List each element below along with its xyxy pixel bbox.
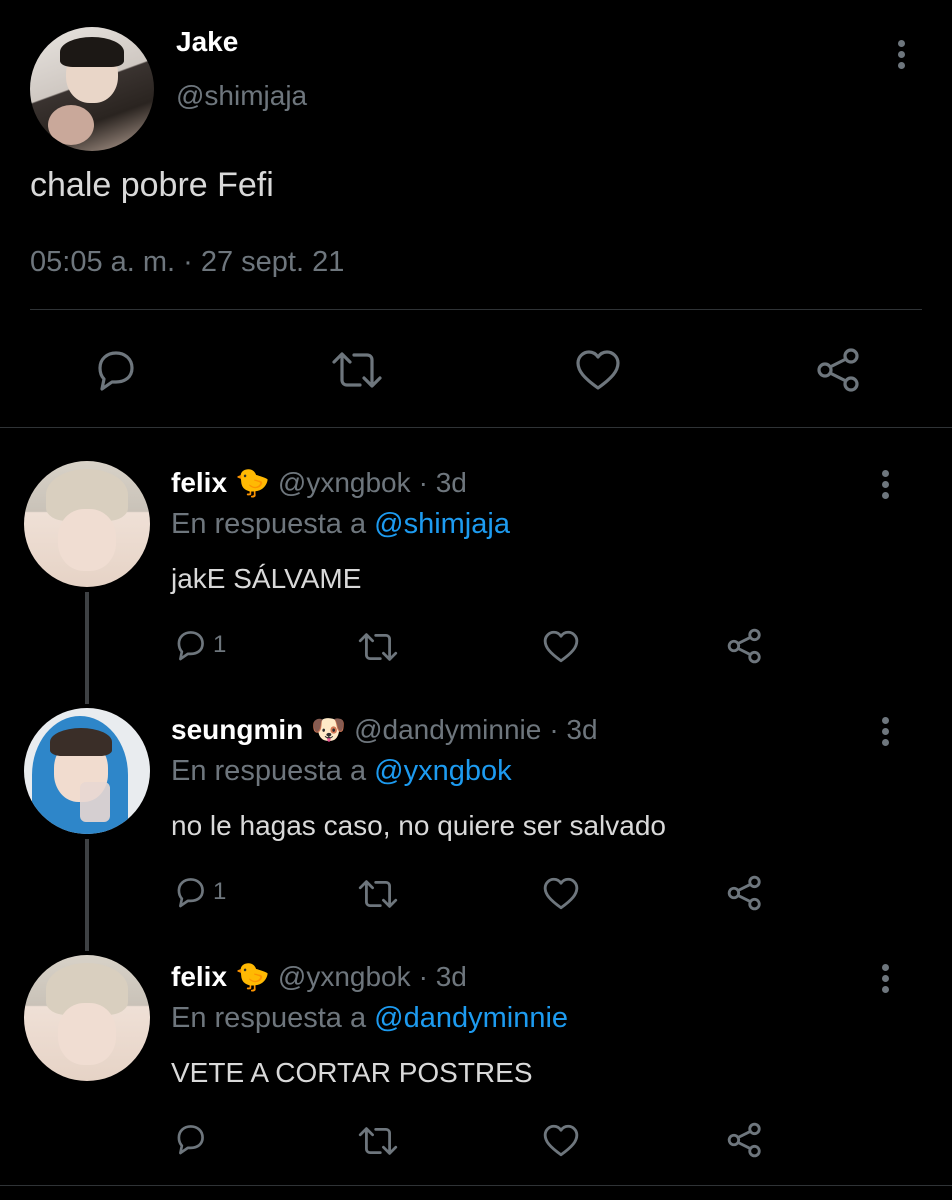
display-name[interactable]: Jake (176, 26, 238, 58)
divider (0, 427, 952, 428)
handle[interactable]: @shimjaja (176, 80, 307, 112)
handle[interactable]: @yxngbok (278, 467, 411, 499)
share-button[interactable] (726, 874, 764, 912)
share-icon (727, 1122, 761, 1158)
avatar[interactable] (24, 708, 150, 834)
reply-context: En respuesta a @dandyminnie (171, 1002, 568, 1035)
reply-button[interactable] (173, 1122, 207, 1156)
reply-header: seungmin 🐶 @dandyminnie · 3d (171, 713, 598, 746)
age[interactable]: · 3d (549, 714, 597, 746)
display-name[interactable]: felix (171, 467, 227, 499)
retweet-button[interactable] (357, 630, 399, 664)
reply-icon (177, 878, 204, 908)
share-button[interactable] (815, 346, 863, 394)
reply-prefix: En respuesta a (171, 755, 367, 787)
tweet-text: jakE SÁLVAME (171, 563, 362, 594)
reply-button[interactable]: 1 (173, 628, 226, 662)
display-name[interactable]: seungmin (171, 714, 303, 746)
mention-link[interactable]: @shimjaja (374, 508, 510, 540)
like-button[interactable] (542, 876, 580, 911)
chick-emoji: 🐤 (235, 960, 270, 993)
reply-prefix: En respuesta a (171, 1002, 367, 1034)
reply-count: 1 (213, 631, 227, 658)
tweet-text: VETE A CORTAR POSTRES (171, 1057, 533, 1088)
like-icon (543, 630, 579, 663)
retweet-icon (358, 633, 398, 661)
retweet-button[interactable] (357, 877, 399, 911)
display-name[interactable]: felix (171, 961, 227, 993)
share-button[interactable] (726, 1121, 764, 1159)
tweet-text: chale pobre Fefi (30, 166, 274, 204)
reply-button[interactable] (92, 348, 138, 392)
reply-context: En respuesta a @yxngbok (171, 755, 512, 788)
thread-line (85, 592, 89, 704)
share-button[interactable] (726, 627, 764, 665)
more-icon[interactable] (891, 34, 911, 74)
handle[interactable]: @yxngbok (278, 961, 411, 993)
dog-emoji: 🐶 (311, 713, 347, 746)
timestamp[interactable]: 05:05 a. m. · 27 sept. 21 (30, 246, 344, 279)
like-icon (576, 350, 620, 390)
reply-count: 1 (213, 878, 227, 905)
reply-icon (98, 351, 134, 391)
reply-button[interactable]: 1 (173, 875, 226, 909)
more-icon[interactable] (875, 711, 895, 751)
avatar[interactable] (24, 461, 150, 587)
age[interactable]: · 3d (419, 467, 467, 499)
reply-header: felix 🐤 @yxngbok · 3d (171, 960, 467, 993)
chick-emoji: 🐤 (235, 466, 270, 499)
more-icon[interactable] (875, 464, 895, 504)
mention-link[interactable]: @yxngbok (374, 755, 511, 787)
retweet-button[interactable] (357, 1124, 399, 1158)
like-icon (543, 877, 579, 910)
avatar[interactable] (30, 27, 154, 151)
share-icon (817, 348, 859, 392)
reply-context: En respuesta a @shimjaja (171, 508, 510, 541)
retweet-icon (332, 352, 382, 388)
share-icon (727, 628, 761, 664)
reply-icon (177, 631, 204, 661)
like-button[interactable] (574, 348, 622, 392)
like-icon (543, 1124, 579, 1157)
reply-prefix: En respuesta a (171, 508, 367, 540)
age[interactable]: · 3d (419, 961, 467, 993)
more-icon[interactable] (875, 958, 895, 998)
retweet-icon (358, 880, 398, 908)
retweet-button[interactable] (330, 348, 384, 392)
divider (0, 1185, 952, 1186)
retweet-icon (358, 1127, 398, 1155)
avatar[interactable] (24, 955, 150, 1081)
handle[interactable]: @dandyminnie (354, 714, 541, 746)
reply-icon (177, 1125, 204, 1155)
thread-line (85, 839, 89, 951)
like-button[interactable] (542, 1123, 580, 1158)
share-icon (727, 875, 761, 911)
divider (30, 309, 922, 310)
reply-header: felix 🐤 @yxngbok · 3d (171, 466, 467, 499)
tweet-text: no le hagas caso, no quiere ser salvado (171, 810, 666, 841)
like-button[interactable] (542, 629, 580, 664)
mention-link[interactable]: @dandyminnie (374, 1002, 568, 1034)
